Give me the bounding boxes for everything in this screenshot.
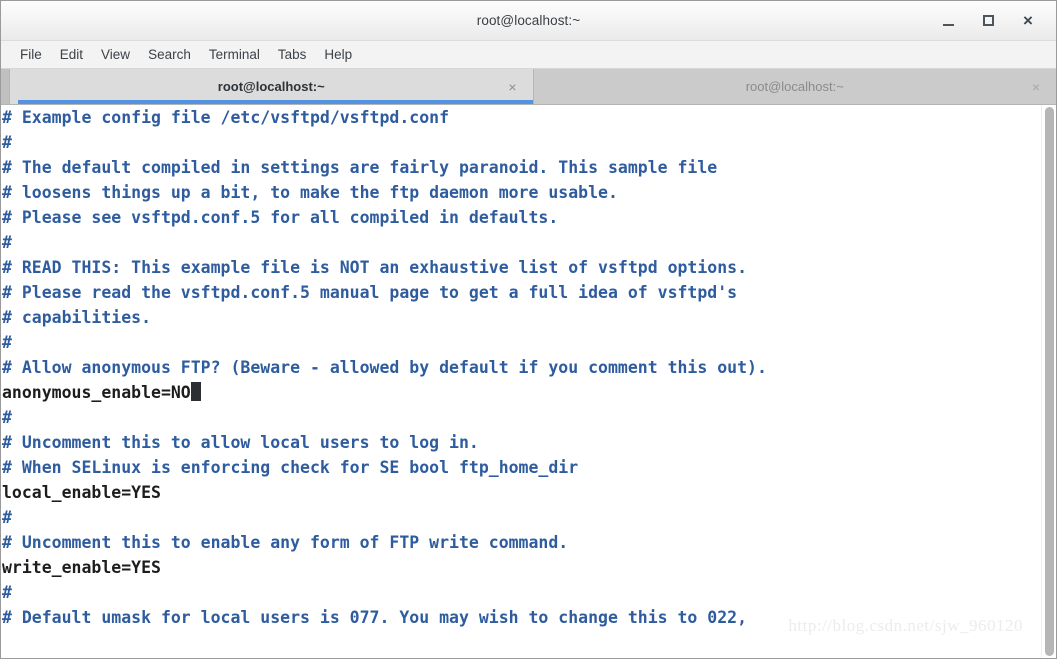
terminal-line-text: write_enable=YES xyxy=(2,558,161,577)
terminal-line-6: # xyxy=(1,230,1041,255)
terminal-line-19: write_enable=YES xyxy=(1,555,1041,580)
terminal-line-text: # The default compiled in settings are f… xyxy=(2,158,718,177)
terminal-line-14: # Uncomment this to allow local users to… xyxy=(1,430,1041,455)
menu-item-search[interactable]: Search xyxy=(139,45,200,64)
terminal-line-21: # Default umask for local users is 077. … xyxy=(1,605,1041,630)
maximize-icon xyxy=(982,15,994,26)
terminal-line-text: # xyxy=(2,508,12,527)
title-bar: root@localhost:~ × xyxy=(1,1,1056,41)
terminal-line-text: # When SELinux is enforcing check for SE… xyxy=(2,458,579,477)
terminal-line-text: anonymous_enable=NO xyxy=(2,383,191,402)
terminal-line-text: # Uncomment this to allow local users to… xyxy=(2,433,479,452)
terminal-line-2: # xyxy=(1,130,1041,155)
terminal-line-7: # READ THIS: This example file is NOT an… xyxy=(1,255,1041,280)
vim-editor-pane[interactable]: # Example config file /etc/vsftpd/vsftpd… xyxy=(1,105,1041,658)
terminal-line-17: # xyxy=(1,505,1041,530)
terminal-line-text: # READ THIS: This example file is NOT an… xyxy=(2,258,748,277)
menu-item-view[interactable]: View xyxy=(92,45,139,64)
minimize-icon xyxy=(942,23,954,26)
tab-active-indicator xyxy=(18,100,533,104)
menu-item-help[interactable]: Help xyxy=(315,45,361,64)
tab-label: root@localhost:~ xyxy=(217,79,325,94)
terminal-line-text: # xyxy=(2,233,12,252)
tab-close-icon[interactable]: × xyxy=(1032,80,1040,94)
terminal-line-1: # Example config file /etc/vsftpd/vsftpd… xyxy=(1,105,1041,130)
tab-terminal-2[interactable]: root@localhost:~ × xyxy=(533,69,1056,104)
tab-label: root@localhost:~ xyxy=(745,79,844,94)
terminal-line-20: # xyxy=(1,580,1041,605)
terminal-line-16: local_enable=YES xyxy=(1,480,1041,505)
editor-text-area[interactable]: # Example config file /etc/vsftpd/vsftpd… xyxy=(1,105,1041,630)
terminal-body: # Example config file /etc/vsftpd/vsftpd… xyxy=(1,105,1056,658)
close-button[interactable]: × xyxy=(1018,11,1038,31)
terminal-line-text: # Default umask for local users is 077. … xyxy=(2,608,748,627)
close-icon: × xyxy=(1023,11,1033,30)
terminal-line-13: # xyxy=(1,405,1041,430)
terminal-line-text: # xyxy=(2,408,12,427)
menu-item-edit[interactable]: Edit xyxy=(51,45,92,64)
scrollbar-thumb[interactable] xyxy=(1045,107,1054,656)
maximize-button[interactable] xyxy=(978,11,998,31)
terminal-line-3: # The default compiled in settings are f… xyxy=(1,155,1041,180)
vim-status-line: -- INSERT -- 12,20 Top xyxy=(1,632,1041,658)
terminal-line-11: # Allow anonymous FTP? (Beware - allowed… xyxy=(1,355,1041,380)
tab-gutter xyxy=(1,69,10,104)
vertical-scrollbar[interactable] xyxy=(1041,105,1056,658)
terminal-line-text: # xyxy=(2,333,12,352)
menu-item-file[interactable]: File xyxy=(11,45,51,64)
menu-item-tabs[interactable]: Tabs xyxy=(269,45,316,64)
terminal-line-8: # Please read the vsftpd.conf.5 manual p… xyxy=(1,280,1041,305)
terminal-line-text: # xyxy=(2,583,12,602)
terminal-line-text: # Please read the vsftpd.conf.5 manual p… xyxy=(2,283,738,302)
terminal-line-text: # capabilities. xyxy=(2,308,152,327)
terminal-line-10: # xyxy=(1,330,1041,355)
terminal-line-text: # Please see vsftpd.conf.5 for all compi… xyxy=(2,208,559,227)
terminal-line-text: # Allow anonymous FTP? (Beware - allowed… xyxy=(2,358,767,377)
terminal-line-5: # Please see vsftpd.conf.5 for all compi… xyxy=(1,205,1041,230)
terminal-line-15: # When SELinux is enforcing check for SE… xyxy=(1,455,1041,480)
text-cursor xyxy=(190,382,201,401)
terminal-line-text: # xyxy=(2,133,12,152)
terminal-line-text: # Example config file /etc/vsftpd/vsftpd… xyxy=(2,108,450,127)
terminal-line-text: # Uncomment this to enable any form of F… xyxy=(2,533,569,552)
terminal-window: root@localhost:~ × File Edit View Search… xyxy=(0,0,1057,659)
window-title: root@localhost:~ xyxy=(476,13,581,28)
terminal-line-18: # Uncomment this to enable any form of F… xyxy=(1,530,1041,555)
menu-bar: File Edit View Search Terminal Tabs Help xyxy=(1,41,1056,69)
terminal-line-12: anonymous_enable=NO xyxy=(1,380,1041,405)
tab-bar: root@localhost:~ × root@localhost:~ × xyxy=(1,69,1056,105)
minimize-button[interactable] xyxy=(938,11,958,31)
window-controls: × xyxy=(938,1,1048,40)
terminal-line-text: local_enable=YES xyxy=(2,483,161,502)
terminal-line-9: # capabilities. xyxy=(1,305,1041,330)
menu-item-terminal[interactable]: Terminal xyxy=(200,45,269,64)
terminal-line-text: # loosens things up a bit, to make the f… xyxy=(2,183,618,202)
tab-close-icon[interactable]: × xyxy=(508,80,516,94)
terminal-line-4: # loosens things up a bit, to make the f… xyxy=(1,180,1041,205)
tab-terminal-1[interactable]: root@localhost:~ × xyxy=(10,69,534,104)
